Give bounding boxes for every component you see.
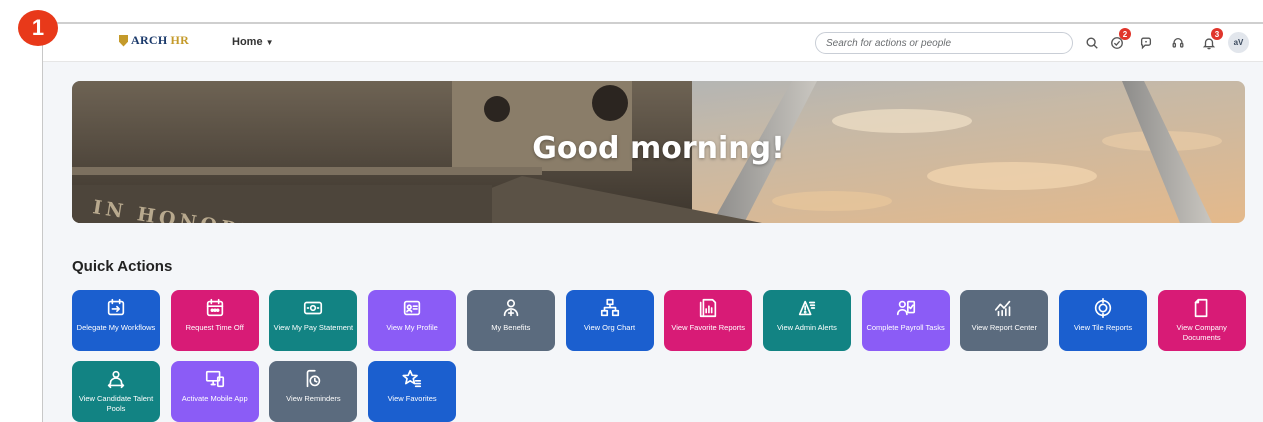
search-input[interactable] <box>815 32 1073 54</box>
quick-action-tile[interactable]: View My Profile <box>368 290 457 351</box>
quick-action-label: View Org Chart <box>583 323 636 332</box>
quick-action-tile[interactable]: View Favorites <box>368 361 457 422</box>
logo-hr-text: HR <box>170 33 190 47</box>
quick-action-tile[interactable]: View Company Documents <box>1157 290 1246 351</box>
quick-action-tile[interactable]: View Candidate Talent Pools <box>72 361 160 422</box>
target-icon <box>1094 298 1112 318</box>
screenshot-stage: 1 ARCHHR Home▼ 2 <box>0 0 1263 422</box>
quick-action-label: Activate Mobile App <box>181 394 248 403</box>
money-icon <box>304 301 323 315</box>
home-menu-label: Home <box>232 36 263 48</box>
approvals-button[interactable]: 2 <box>1106 28 1131 54</box>
chat-bubble-icon <box>1140 37 1152 50</box>
shield-logo-icon <box>119 34 128 47</box>
alert-list-icon <box>798 300 816 316</box>
id-card-icon <box>403 300 421 316</box>
top-bar: ARCHHR Home▼ 2 3 aV <box>43 24 1263 62</box>
star-list-icon <box>402 369 422 388</box>
quick-action-tile[interactable]: View My Pay Statement <box>269 290 358 351</box>
report-chart-icon <box>995 300 1011 317</box>
quick-action-tile[interactable]: Delegate My Workflows <box>72 290 160 351</box>
app-window: ARCHHR Home▼ 2 3 aV <box>42 22 1263 422</box>
quick-action-tile[interactable]: View Admin Alerts <box>762 290 851 351</box>
quick-action-tile[interactable]: View Favorite Reports <box>664 290 753 351</box>
calendar-icon <box>206 298 223 317</box>
headset-icon <box>1172 37 1184 48</box>
approvals-count-badge: 2 <box>1119 28 1131 40</box>
talent-pool-icon <box>107 370 125 389</box>
greeting-title: Good morning! <box>532 131 785 166</box>
greeting-banner: IN HONOREM Good morning! <box>72 81 1245 223</box>
home-menu-button[interactable]: Home ▼ <box>232 36 273 48</box>
quick-action-label: View Report Center <box>971 323 1037 332</box>
quick-action-tile[interactable]: Request Time Off <box>170 290 259 351</box>
notifications-button[interactable]: 3 <box>1198 28 1223 54</box>
search-button[interactable] <box>1081 32 1103 54</box>
quick-action-label: My Benefits <box>491 323 531 332</box>
quick-action-label: View Admin Alerts <box>776 323 837 332</box>
mobile-device-icon <box>205 370 224 388</box>
quick-action-label: View Favorites <box>387 394 437 403</box>
logo-arch-text: ARCH <box>131 33 168 47</box>
quick-action-label: View Company Documents <box>1176 323 1227 342</box>
quick-action-label: View My Pay Statement <box>273 323 354 332</box>
support-button[interactable] <box>1167 32 1189 54</box>
quick-action-label: Complete Payroll Tasks <box>866 323 945 332</box>
favorite-report-icon <box>700 298 717 318</box>
archhr-logo[interactable]: ARCH HR <box>119 33 189 48</box>
step-number-badge: 1 <box>18 10 58 46</box>
quick-action-label: View Tile Reports <box>1073 323 1133 332</box>
quick-action-tile[interactable]: View Report Center <box>960 290 1049 351</box>
quick-action-tile[interactable]: View Org Chart <box>565 290 654 351</box>
quick-actions-title: Quick Actions <box>72 258 173 275</box>
chevron-down-icon: ▼ <box>265 38 274 47</box>
notifications-count-badge: 3 <box>1211 28 1223 40</box>
quick-action-tile[interactable]: View Tile Reports <box>1059 290 1147 351</box>
quick-action-label: View Reminders <box>286 394 341 403</box>
quick-action-label: Request Time Off <box>185 323 244 332</box>
quick-action-tile[interactable]: Activate Mobile App <box>170 361 259 422</box>
quick-action-label: Delegate My Workflows <box>76 323 156 332</box>
reminder-clock-icon <box>307 369 321 388</box>
document-icon <box>1194 298 1208 318</box>
chat-button[interactable] <box>1135 32 1157 54</box>
quick-action-label: View Favorite Reports <box>671 323 746 332</box>
quick-action-tile[interactable]: My Benefits <box>466 290 555 351</box>
quick-action-label: View Candidate Talent Pools <box>78 394 154 413</box>
org-chart-icon <box>600 298 619 317</box>
quick-action-label: View My Profile <box>386 323 438 332</box>
user-avatar[interactable]: aV <box>1228 32 1249 53</box>
benefits-person-icon <box>503 299 519 317</box>
quick-action-tile[interactable]: Complete Payroll Tasks <box>861 290 950 351</box>
payroll-tasks-icon <box>896 300 915 316</box>
search-icon <box>1086 37 1098 49</box>
delegate-workflow-icon <box>107 298 125 316</box>
quick-action-tile[interactable]: View Reminders <box>269 361 358 422</box>
